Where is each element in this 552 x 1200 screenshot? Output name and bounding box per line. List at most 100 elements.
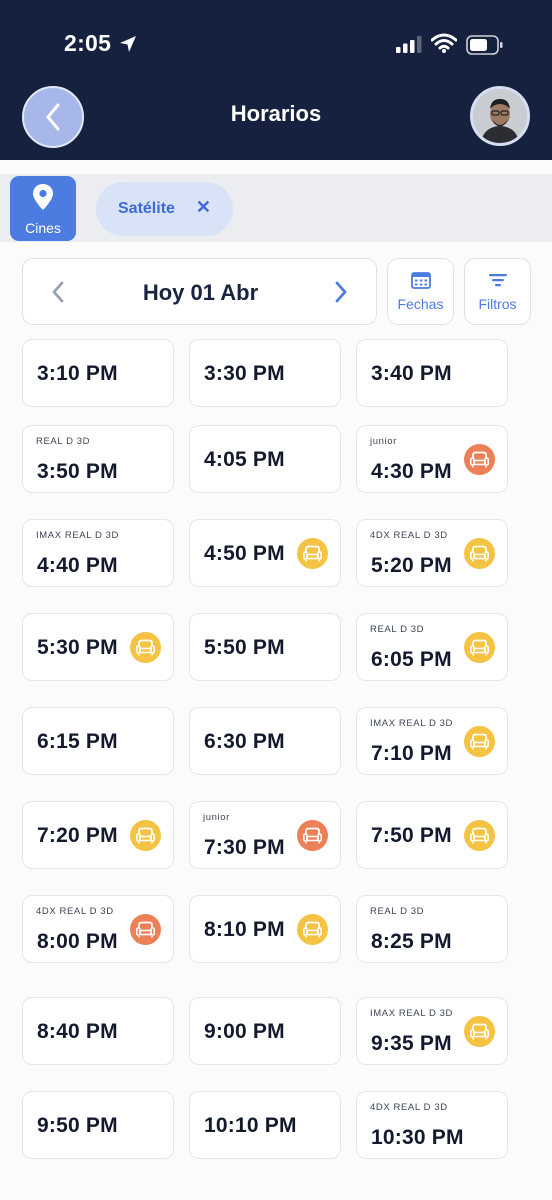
format-label: IMAX REAL D 3D (370, 1008, 454, 1019)
showtime-card[interactable]: IMAX REAL D 3D 4:40 PM (22, 519, 174, 587)
calendar-icon (411, 272, 431, 289)
showtime-label: 9:35 PM (371, 1032, 452, 1055)
showtime-card[interactable]: 4DX REAL D 3D 5:20 PM (356, 519, 508, 587)
showtime-card[interactable]: 4DX REAL D 3D 8:00 PM (22, 895, 174, 963)
filtros-button[interactable]: Filtros (464, 258, 531, 325)
showtime-card[interactable]: REAL D 3D 8:25 PM (356, 895, 508, 963)
showtime-card[interactable]: 4DX REAL D 3D 10:30 PM (356, 1091, 508, 1159)
avatar[interactable] (470, 86, 530, 146)
format-label: REAL D 3D (370, 624, 425, 635)
showtime-card[interactable]: 7:50 PM (356, 801, 508, 869)
showtime-label: 9:50 PM (37, 1114, 118, 1137)
showtime-label: 4:50 PM (204, 542, 285, 565)
cines-button[interactable]: Cines (10, 176, 76, 241)
seat-icon (297, 538, 328, 569)
showtime-card[interactable]: 4:50 PM (189, 519, 341, 587)
showtime-card[interactable]: junior 7:30 PM (189, 801, 341, 869)
showtime-card[interactable]: 6:30 PM (189, 707, 341, 775)
showtime-card[interactable]: 8:10 PM (189, 895, 341, 963)
format-label: REAL D 3D (370, 906, 425, 917)
showtime-label: 6:15 PM (37, 730, 118, 753)
seat-icon (464, 820, 495, 851)
showtime-label: 7:20 PM (37, 824, 118, 847)
format-label: junior (370, 436, 397, 447)
showtime-card[interactable]: 4:05 PM (189, 425, 341, 493)
showtime-label: 3:10 PM (37, 362, 118, 385)
date-label: Hoy 01 Abr (142, 280, 259, 305)
showtime-card[interactable]: 8:40 PM (22, 997, 174, 1065)
user-photo-icon (473, 89, 527, 143)
seat-icon (464, 1016, 495, 1047)
battery-icon (466, 35, 503, 55)
close-icon[interactable]: ✕ (196, 197, 211, 218)
app-header: 2:05 Horarios (0, 0, 552, 160)
showtime-card[interactable]: 3:30 PM (189, 339, 341, 407)
seat-icon (464, 444, 495, 475)
format-label: 4DX REAL D 3D (370, 530, 448, 541)
seat-icon (464, 726, 495, 757)
showtime-card[interactable]: 3:40 PM (356, 339, 508, 407)
showtime-card[interactable]: 7:20 PM (22, 801, 174, 869)
location-filter-bar (0, 174, 552, 242)
showtime-label: 3:50 PM (37, 460, 118, 483)
location-arrow-icon (120, 36, 136, 52)
showtime-label: 8:40 PM (37, 1020, 118, 1043)
showtime-label: 7:30 PM (204, 836, 285, 859)
showtime-label: 4:30 PM (371, 460, 452, 483)
seat-icon (130, 914, 161, 945)
showtime-card[interactable]: 3:10 PM (22, 339, 174, 407)
showtime-label: 4:40 PM (37, 554, 118, 577)
showtime-label: 3:40 PM (371, 362, 452, 385)
status-time: 2:05 (64, 30, 112, 56)
cellular-signal-icon (396, 36, 422, 53)
filtros-label: Filtros (478, 296, 517, 312)
showtime-card[interactable]: REAL D 3D 3:50 PM (22, 425, 174, 493)
showtime-card[interactable]: 5:30 PM (22, 613, 174, 681)
format-label: IMAX REAL D 3D (370, 718, 454, 729)
showtime-label: 8:00 PM (37, 930, 118, 953)
showtime-label: 8:10 PM (204, 918, 285, 941)
filter-icon (489, 274, 507, 287)
showtime-card[interactable]: 9:00 PM (189, 997, 341, 1065)
showtime-card[interactable]: 10:10 PM (189, 1091, 341, 1159)
showtime-card[interactable]: 5:50 PM (189, 613, 341, 681)
seat-icon (130, 632, 161, 663)
showtime-label: 3:30 PM (204, 362, 285, 385)
format-label: 4DX REAL D 3D (36, 906, 114, 917)
map-pin-icon (33, 184, 53, 210)
cines-label: Cines (25, 220, 61, 236)
fechas-label: Fechas (397, 296, 444, 312)
cinema-chip[interactable]: Satélite ✕ (96, 182, 233, 236)
wifi-icon (431, 33, 457, 53)
showtime-card[interactable]: IMAX REAL D 3D 9:35 PM (356, 997, 508, 1065)
showtime-card[interactable]: junior 4:30 PM (356, 425, 508, 493)
showtime-card[interactable]: IMAX REAL D 3D 7:10 PM (356, 707, 508, 775)
fechas-button[interactable]: Fechas (387, 258, 454, 325)
format-label: REAL D 3D (36, 436, 91, 447)
showtime-label: 6:30 PM (204, 730, 285, 753)
seat-icon (130, 820, 161, 851)
seat-icon (297, 914, 328, 945)
format-label: IMAX REAL D 3D (36, 530, 120, 541)
showtime-label: 6:05 PM (371, 648, 452, 671)
chip-label: Satélite (118, 200, 175, 217)
showtime-label: 4:05 PM (204, 448, 285, 471)
format-label: junior (203, 812, 230, 823)
seat-icon (464, 632, 495, 663)
showtime-card[interactable]: 9:50 PM (22, 1091, 174, 1159)
showtime-label: 5:30 PM (37, 636, 118, 659)
seat-icon (464, 538, 495, 569)
showtime-label: 10:10 PM (204, 1114, 297, 1137)
showtime-label: 7:10 PM (371, 742, 452, 765)
showtime-card[interactable]: REAL D 3D 6:05 PM (356, 613, 508, 681)
showtime-label: 5:20 PM (371, 554, 452, 577)
date-selector: Hoy 01 Abr (22, 258, 377, 325)
showtime-label: 8:25 PM (371, 930, 452, 953)
showtime-label: 9:00 PM (204, 1020, 285, 1043)
seat-icon (297, 820, 328, 851)
showtime-card[interactable]: 6:15 PM (22, 707, 174, 775)
chevron-right-icon[interactable] (334, 280, 348, 304)
format-label: 4DX REAL D 3D (370, 1102, 448, 1113)
showtime-label: 5:50 PM (204, 636, 285, 659)
showtime-label: 7:50 PM (371, 824, 452, 847)
